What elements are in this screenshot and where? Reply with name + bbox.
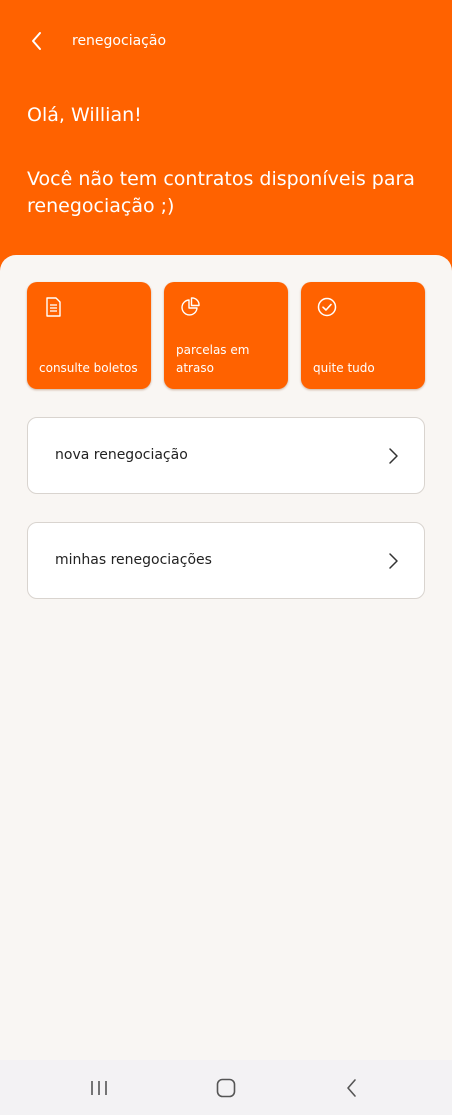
my-renegotiations-row[interactable]: minhas renegociações bbox=[27, 522, 425, 599]
shortcut-label: parcelas em atraso bbox=[176, 343, 250, 375]
check-circle-icon bbox=[317, 297, 337, 317]
back-icon bbox=[347, 1079, 356, 1097]
greeting-text: Olá, Willian! bbox=[27, 104, 142, 126]
system-back-button[interactable] bbox=[332, 1072, 372, 1104]
top-bar: renegociação bbox=[0, 24, 452, 58]
system-navigation-bar bbox=[0, 1060, 452, 1115]
overdue-installments-button[interactable]: parcelas em atraso bbox=[164, 282, 288, 389]
header: renegociação Olá, Willian! Você não tem … bbox=[0, 0, 452, 272]
new-renegotiation-row[interactable]: nova renegociação bbox=[27, 417, 425, 494]
content-panel: consulte boletos parcelas em atraso quit… bbox=[0, 255, 452, 1060]
no-contracts-message: Você não tem contratos disponíveis para … bbox=[27, 168, 415, 217]
row-label: minhas renegociações bbox=[55, 552, 212, 568]
page-title: renegociação bbox=[72, 33, 167, 49]
home-button[interactable] bbox=[206, 1072, 246, 1104]
back-button[interactable] bbox=[22, 26, 52, 56]
chevron-right-icon bbox=[389, 448, 398, 464]
consult-boletos-button[interactable]: consulte boletos bbox=[27, 282, 151, 389]
shortcut-label: quite tudo bbox=[313, 361, 375, 375]
pay-all-button[interactable]: quite tudo bbox=[301, 282, 425, 389]
pie-chart-icon bbox=[181, 297, 200, 316]
recent-apps-button[interactable] bbox=[79, 1072, 119, 1104]
app-screen: renegociação Olá, Willian! Você não tem … bbox=[0, 0, 452, 1115]
recent-apps-icon bbox=[91, 1081, 107, 1095]
chevron-left-icon bbox=[32, 32, 41, 50]
home-icon bbox=[216, 1078, 236, 1098]
row-label: nova renegociação bbox=[55, 447, 188, 463]
shortcut-label: consulte boletos bbox=[39, 361, 138, 375]
document-icon bbox=[46, 297, 61, 317]
chevron-right-icon bbox=[389, 553, 398, 569]
